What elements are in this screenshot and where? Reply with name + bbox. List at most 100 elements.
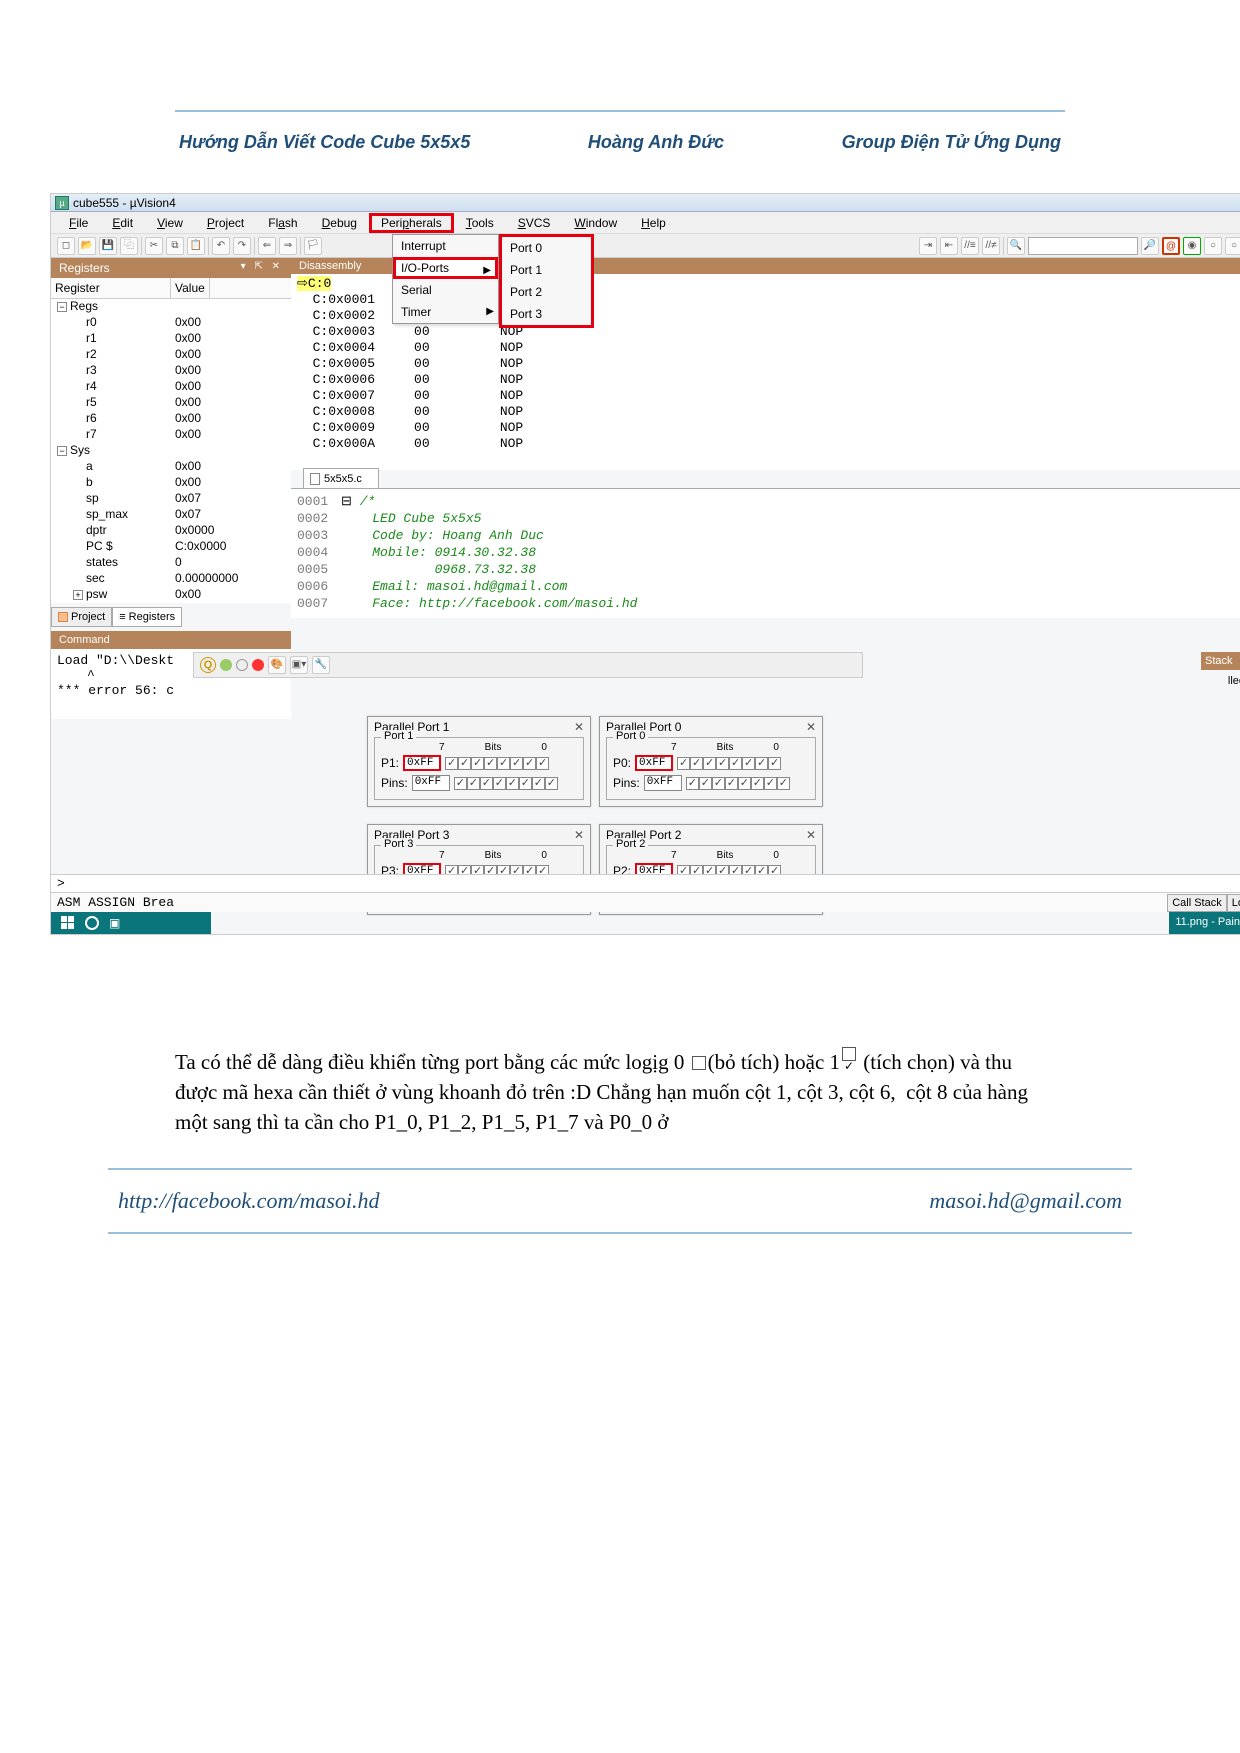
close-icon[interactable]: ✕ xyxy=(806,828,816,842)
find-icon[interactable]: 🔍 xyxy=(1007,237,1025,255)
command-prompt[interactable]: > xyxy=(51,874,1240,892)
bit-checkbox[interactable] xyxy=(536,757,549,770)
bit-checkbox[interactable] xyxy=(738,777,751,790)
comment-icon[interactable]: //≡ xyxy=(961,237,979,255)
nav-back-icon[interactable]: ⇐ xyxy=(258,237,276,255)
bit-checkbox[interactable] xyxy=(764,777,777,790)
bit-checkbox[interactable] xyxy=(729,757,742,770)
window-icon[interactable]: ▣▾ xyxy=(290,656,308,674)
indent-icon[interactable]: ⇥ xyxy=(919,237,937,255)
bit-checkbox[interactable] xyxy=(690,757,703,770)
bit-checkbox[interactable] xyxy=(677,757,690,770)
menu-edit[interactable]: Edit xyxy=(100,213,145,233)
menu-project[interactable]: Project xyxy=(195,213,256,233)
port-hex-input[interactable]: 0xFF xyxy=(635,755,673,771)
submenu-port0[interactable]: Port 0 xyxy=(502,237,591,259)
bit-checkbox[interactable] xyxy=(467,777,480,790)
bit-checkbox[interactable] xyxy=(484,757,497,770)
bookmark-icon[interactable]: 🏳 xyxy=(304,237,322,255)
save-all-icon[interactable]: ⿻ xyxy=(120,237,138,255)
find2-icon[interactable]: 🔎 xyxy=(1141,237,1159,255)
bit-checkbox[interactable] xyxy=(493,777,506,790)
bit-checkbox[interactable] xyxy=(480,777,493,790)
target-icon[interactable]: @ xyxy=(1162,237,1180,255)
bit-checkbox[interactable] xyxy=(725,777,738,790)
tab-locals[interactable]: Lo xyxy=(1227,894,1240,912)
windows-taskbar[interactable]: ▣ xyxy=(51,912,211,934)
register-row[interactable]: r20x00 xyxy=(51,347,291,363)
port-hex-input[interactable]: 0xFF xyxy=(403,755,441,771)
new-icon[interactable]: ◻ xyxy=(57,237,75,255)
bit-checkbox[interactable] xyxy=(519,777,532,790)
panel-controls[interactable]: ▾ ⇱ ✕ xyxy=(241,261,283,275)
config3-icon[interactable]: ○ xyxy=(1225,237,1240,255)
bit-checkbox[interactable] xyxy=(755,757,768,770)
bit-checkbox[interactable] xyxy=(454,777,467,790)
copy-icon[interactable]: ⧉ xyxy=(166,237,184,255)
menu-peripherals[interactable]: Peripherals xyxy=(369,213,454,233)
bit-checkbox[interactable] xyxy=(716,757,729,770)
bit-checkbox[interactable] xyxy=(523,757,536,770)
tab-registers[interactable]: ≡Registers xyxy=(112,607,182,627)
menu-flash[interactable]: Flash xyxy=(256,213,309,233)
register-row[interactable]: sp_max0x07 xyxy=(51,507,291,523)
register-row[interactable]: sp0x07 xyxy=(51,491,291,507)
menu-window[interactable]: Window xyxy=(562,213,629,233)
editor-tab[interactable]: 5x5x5.c xyxy=(303,468,379,488)
bit-checkbox[interactable] xyxy=(712,777,725,790)
submenu-port3[interactable]: Port 3 xyxy=(502,303,591,325)
code-editor[interactable]: 0001⊟ /* 0002 LED Cube 5x5x5 0003 Code b… xyxy=(291,488,1240,618)
bit-checkbox[interactable] xyxy=(699,777,712,790)
submenu-port2[interactable]: Port 2 xyxy=(502,281,591,303)
menu-file[interactable]: File xyxy=(57,213,100,233)
register-row[interactable]: r60x00 xyxy=(51,411,291,427)
green-dot-icon[interactable] xyxy=(220,659,232,671)
close-icon[interactable]: ✕ xyxy=(574,720,584,734)
cortana-icon[interactable] xyxy=(85,916,99,930)
dropdown-timer[interactable]: Timer▶ xyxy=(393,301,498,323)
submenu-port1[interactable]: Port 1 xyxy=(502,259,591,281)
bit-checkbox[interactable] xyxy=(545,777,558,790)
register-row[interactable]: r50x00 xyxy=(51,395,291,411)
menu-svcs[interactable]: SVCS xyxy=(506,213,563,233)
taskview-icon[interactable]: ▣ xyxy=(109,916,120,930)
bit-checkbox[interactable] xyxy=(742,757,755,770)
tab-project[interactable]: Project xyxy=(51,607,112,627)
register-row[interactable]: dptr0x0000 xyxy=(51,523,291,539)
config2-icon[interactable]: ○ xyxy=(1204,237,1222,255)
save-icon[interactable]: 💾 xyxy=(99,237,117,255)
register-row[interactable]: r70x00 xyxy=(51,427,291,443)
dropdown-interrupt[interactable]: Interrupt xyxy=(393,235,498,257)
register-row[interactable]: +psw0x00 xyxy=(51,587,291,603)
menu-tools[interactable]: Tools xyxy=(454,213,506,233)
bit-checkbox[interactable] xyxy=(751,777,764,790)
pins-hex-input[interactable]: 0xFF xyxy=(644,775,682,791)
undo-icon[interactable]: ↶ xyxy=(212,237,230,255)
config-icon[interactable]: ◉ xyxy=(1183,237,1201,255)
register-row[interactable]: r40x00 xyxy=(51,379,291,395)
close-icon[interactable]: ✕ xyxy=(574,828,584,842)
menu-debug[interactable]: Debug xyxy=(310,213,369,233)
red-dot-icon[interactable] xyxy=(252,659,264,671)
dropdown-serial[interactable]: Serial xyxy=(393,279,498,301)
menu-help[interactable]: Help xyxy=(629,213,678,233)
close-icon[interactable]: ✕ xyxy=(806,720,816,734)
tab-callstack[interactable]: Call Stack xyxy=(1167,894,1227,912)
uncomment-icon[interactable]: //≠ xyxy=(982,237,1000,255)
register-row[interactable]: sec0.00000000 xyxy=(51,571,291,587)
bit-checkbox[interactable] xyxy=(506,777,519,790)
open-icon[interactable]: 📂 xyxy=(78,237,96,255)
bit-checkbox[interactable] xyxy=(471,757,484,770)
bit-checkbox[interactable] xyxy=(686,777,699,790)
taskbar-paint-button[interactable]: 11.png - Paint xyxy=(1169,912,1240,934)
register-row[interactable]: states0 xyxy=(51,555,291,571)
wrench-icon[interactable]: 🔧 xyxy=(312,656,330,674)
paste-icon[interactable]: 📋 xyxy=(187,237,205,255)
windows-start-icon[interactable] xyxy=(61,916,75,930)
menu-view[interactable]: View xyxy=(145,213,195,233)
register-row[interactable]: b0x00 xyxy=(51,475,291,491)
dropdown-ioports[interactable]: I/O-Ports▶ xyxy=(393,257,498,279)
bit-checkbox[interactable] xyxy=(445,757,458,770)
zoom-icon[interactable]: Q xyxy=(200,657,216,673)
pins-hex-input[interactable]: 0xFF xyxy=(412,775,450,791)
